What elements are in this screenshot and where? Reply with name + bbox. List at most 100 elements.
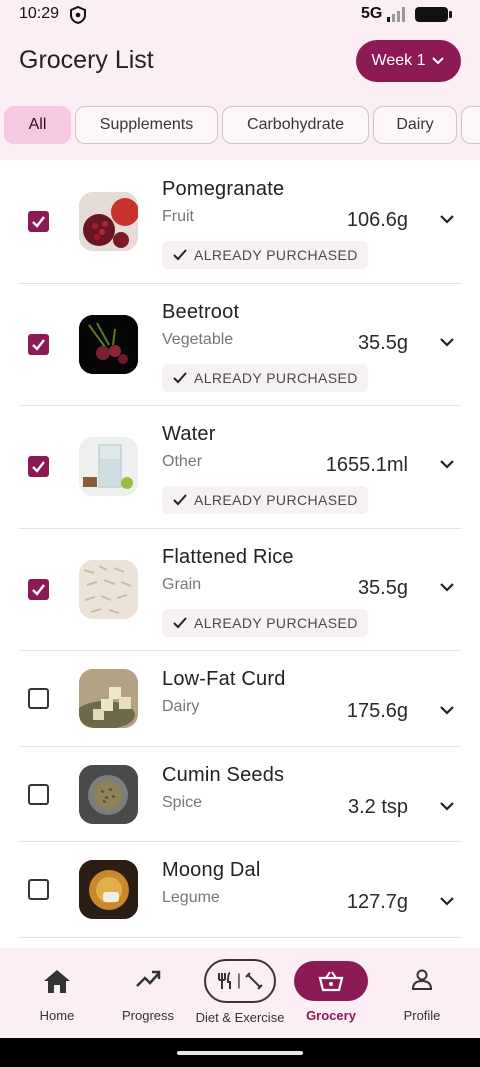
chevron-down-icon[interactable]: [438, 458, 456, 470]
battery-icon: [415, 7, 452, 22]
beetroot-image: [79, 315, 138, 374]
item-category: Other: [162, 453, 203, 470]
network-type: 5G: [361, 5, 383, 22]
chevron-down-icon: [432, 57, 445, 65]
flattened-rice-image: [79, 560, 138, 619]
item-quantity: 35.5g: [357, 332, 408, 354]
app-header: Grocery List Week 1: [0, 30, 480, 94]
item-image: [79, 669, 138, 728]
item-name: Flattened Rice: [162, 546, 294, 568]
item-checkbox[interactable]: [28, 211, 49, 232]
nav-item-grocery[interactable]: Grocery: [294, 948, 368, 1038]
item-quantity: 35.5g: [357, 577, 408, 599]
item-category: Dairy: [162, 698, 200, 715]
nav-label: Home: [39, 1008, 75, 1023]
check-icon: [32, 339, 45, 351]
status-bar: 10:29 5G: [0, 0, 480, 30]
exercise-icon: [245, 972, 263, 990]
grocery-active-pill: [294, 961, 368, 1001]
item-quantity: 3.2 tsp: [347, 796, 408, 818]
status-time: 10:29: [19, 5, 60, 22]
chevron-down-icon[interactable]: [438, 800, 456, 812]
week-selector-button[interactable]: Week 1: [356, 40, 461, 82]
filter-chip-carbohydrate[interactable]: Carbohydrate: [222, 106, 369, 144]
item-category: Grain: [162, 576, 202, 593]
item-image: [79, 560, 138, 619]
check-icon: [173, 494, 187, 506]
check-icon: [173, 249, 187, 261]
item-image: [79, 315, 138, 374]
item-checkbox[interactable]: [28, 456, 49, 477]
item-name: Beetroot: [162, 301, 240, 323]
item-checkbox[interactable]: [28, 688, 49, 709]
nav-label: Profile: [403, 1008, 441, 1023]
item-name: Low-Fat Curd: [162, 668, 286, 690]
item-quantity: 127.7g: [346, 891, 408, 913]
check-icon: [32, 461, 45, 473]
water-glass-image: [79, 437, 138, 496]
item-image: [79, 437, 138, 496]
page-title: Grocery List: [19, 46, 154, 74]
item-name: Water: [162, 423, 216, 445]
category-filter-bar: All Supplements Carbohydrate Dairy: [0, 94, 480, 160]
chevron-down-icon[interactable]: [438, 895, 456, 907]
purchased-badge: ALREADY PURCHASED: [162, 241, 368, 269]
list-item[interactable]: Low-Fat Curd Dairy 175.6g: [0, 650, 480, 746]
filter-chip-more[interactable]: [461, 106, 480, 144]
item-name: Pomegranate: [162, 178, 285, 200]
item-quantity: 175.6g: [346, 700, 408, 722]
nav-item-diet-exercise[interactable]: | Diet & Exercise: [190, 948, 290, 1038]
list-item[interactable]: Moong Dal Legume 127.7g: [0, 841, 480, 937]
trending-up-icon: [136, 970, 161, 987]
chevron-down-icon[interactable]: [438, 213, 456, 225]
item-category: Legume: [162, 889, 220, 906]
item-checkbox[interactable]: [28, 879, 49, 900]
nav-label: Progress: [121, 1008, 175, 1023]
item-category: Vegetable: [162, 331, 234, 348]
item-quantity: 106.6g: [346, 209, 408, 231]
check-icon: [173, 372, 187, 384]
home-gesture-handle[interactable]: [177, 1051, 303, 1055]
purchased-badge: ALREADY PURCHASED: [162, 364, 368, 392]
purchased-badge: ALREADY PURCHASED: [162, 486, 368, 514]
cutlery-icon: [217, 972, 231, 989]
item-category: Spice: [162, 794, 203, 811]
diet-exercise-pill: |: [204, 959, 276, 1003]
item-image: [79, 192, 138, 251]
signal-icon: [387, 7, 405, 22]
nav-item-progress[interactable]: Progress: [111, 948, 185, 1038]
curd-image: [79, 669, 138, 728]
item-name: Cumin Seeds: [162, 764, 285, 786]
nav-item-profile[interactable]: Profile: [385, 948, 459, 1038]
home-icon: [44, 970, 70, 993]
grocery-list: Pomegranate Fruit 106.6g ALREADY PURCHAS…: [0, 160, 480, 948]
week-label: Week 1: [371, 52, 426, 69]
filter-chip-all[interactable]: All: [4, 106, 71, 144]
item-checkbox[interactable]: [28, 579, 49, 600]
shield-icon: [70, 6, 86, 24]
item-checkbox[interactable]: [28, 784, 49, 805]
chevron-down-icon[interactable]: [438, 581, 456, 593]
list-item[interactable]: Water Other 1655.1ml ALREADY PURCHASED: [0, 405, 480, 528]
item-image: [79, 860, 138, 919]
check-icon: [173, 617, 187, 629]
item-name: Moong Dal: [162, 859, 261, 881]
list-item[interactable]: Flattened Rice Grain 35.5g ALREADY PURCH…: [0, 528, 480, 650]
filter-chip-dairy[interactable]: Dairy: [373, 106, 457, 144]
item-category: Fruit: [162, 208, 194, 225]
chevron-down-icon[interactable]: [438, 704, 456, 716]
divider: [19, 937, 461, 938]
purchased-badge: ALREADY PURCHASED: [162, 609, 368, 637]
chevron-down-icon[interactable]: [438, 336, 456, 348]
filter-chip-supplements[interactable]: Supplements: [75, 106, 218, 144]
item-checkbox[interactable]: [28, 334, 49, 355]
nav-item-home[interactable]: Home: [20, 948, 94, 1038]
nav-label: Diet & Exercise: [195, 1010, 285, 1025]
check-icon: [32, 216, 45, 228]
list-item[interactable]: Beetroot Vegetable 35.5g ALREADY PURCHAS…: [0, 283, 480, 405]
list-item[interactable]: Cumin Seeds Spice 3.2 tsp: [0, 746, 480, 841]
pomegranate-image: [79, 192, 138, 251]
system-gesture-bar: [0, 1038, 480, 1067]
item-image: [79, 765, 138, 824]
list-item[interactable]: Pomegranate Fruit 106.6g ALREADY PURCHAS…: [0, 160, 480, 283]
